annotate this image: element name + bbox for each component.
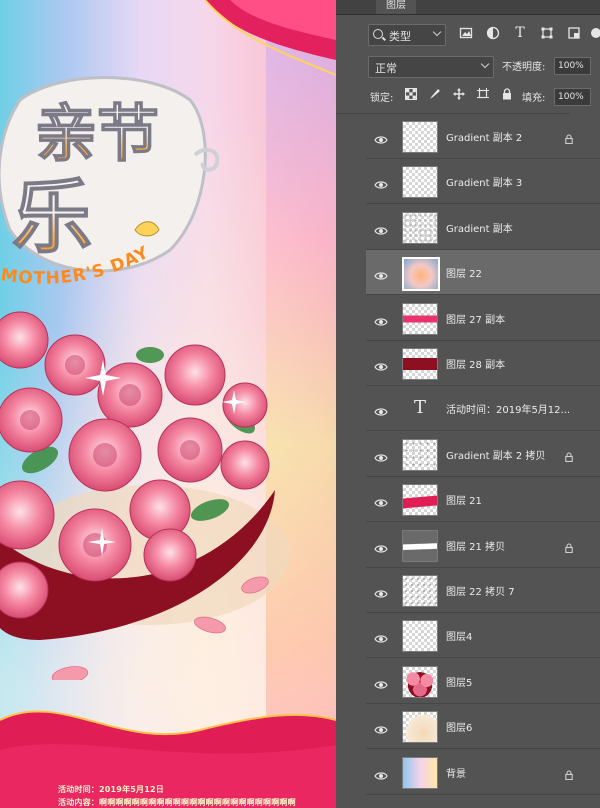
layer-row[interactable]: Gradient 副本 2 拷贝 bbox=[366, 431, 600, 477]
visibility-eye-icon[interactable] bbox=[374, 221, 388, 235]
search-icon bbox=[373, 29, 383, 39]
document-canvas[interactable]: 亲节 乐 MOTHER'S DAY 活动时间：2019年5月12日 活动内容：啊… bbox=[0, 0, 336, 808]
layer-row[interactable]: 图层 28 副本 bbox=[366, 341, 600, 386]
layer-lock-icon bbox=[564, 129, 574, 145]
lock-artboard-icon[interactable] bbox=[476, 88, 490, 102]
smart-object-filter-icon[interactable] bbox=[567, 26, 581, 40]
kind-filter-label: 类型 bbox=[389, 30, 411, 43]
layer-thumbnail[interactable] bbox=[402, 620, 438, 653]
rose-bouquet-illustration bbox=[0, 311, 290, 680]
layer-lock-icon bbox=[564, 447, 574, 462]
layer-thumbnail[interactable] bbox=[402, 257, 440, 292]
layer-thumbnail[interactable] bbox=[402, 121, 438, 153]
text-layer-icon: T bbox=[413, 397, 426, 419]
visibility-eye-icon[interactable] bbox=[374, 493, 388, 507]
layer-name[interactable]: 图层 27 副本 bbox=[446, 311, 505, 326]
visibility-eye-icon[interactable] bbox=[374, 629, 388, 643]
visibility-eye-icon[interactable] bbox=[374, 402, 388, 416]
layer-row[interactable]: 图层6 bbox=[366, 704, 600, 750]
visibility-eye-icon[interactable] bbox=[374, 766, 388, 780]
lock-transparent-pixels-icon[interactable] bbox=[404, 88, 418, 102]
layer-row[interactable]: 图层 22 bbox=[366, 250, 600, 296]
layer-name[interactable]: 图层 28 副本 bbox=[446, 356, 505, 371]
visibility-eye-icon[interactable] bbox=[374, 584, 388, 598]
layer-name[interactable]: Gradient 副本 bbox=[446, 220, 513, 235]
layer-name[interactable]: Gradient 副本 3 bbox=[446, 174, 522, 189]
layer-lock-icon bbox=[564, 765, 574, 780]
mothers-day-curved-text: MOTHER'S DAY bbox=[0, 243, 153, 289]
layer-thumbnail[interactable] bbox=[402, 438, 438, 471]
visibility-eye-icon[interactable] bbox=[374, 175, 388, 189]
layer-row[interactable]: 图层 27 副本 bbox=[366, 295, 600, 341]
layers-list: Gradient 副本 2 Gradient 副本 3 Gradient 副本 图层 … bbox=[366, 114, 600, 808]
layer-name[interactable]: Gradient 副本 2 bbox=[446, 129, 522, 144]
visibility-eye-icon[interactable] bbox=[374, 720, 388, 734]
lock-label: 锁定: bbox=[370, 93, 394, 104]
visibility-eye-icon[interactable] bbox=[374, 312, 388, 326]
layer-name[interactable]: 图层 21 bbox=[446, 492, 482, 507]
layer-thumbnail[interactable] bbox=[402, 756, 438, 789]
layer-name[interactable]: Gradient 副本 2 拷贝 bbox=[446, 447, 545, 462]
visibility-eye-icon[interactable] bbox=[374, 539, 388, 553]
layer-name[interactable]: 图层6 bbox=[446, 719, 472, 734]
tab-layers[interactable]: 图层 bbox=[376, 0, 416, 14]
adjustment-filter-icon[interactable] bbox=[486, 26, 500, 40]
layer-name[interactable]: 图层5 bbox=[446, 674, 472, 689]
layer-row[interactable]: Gradient 副本 3 bbox=[366, 159, 600, 205]
svg-text:MOTHER'S DAY: MOTHER'S DAY bbox=[0, 243, 153, 289]
opacity-label: 不透明度: bbox=[502, 62, 546, 73]
chevron-down-icon bbox=[480, 59, 490, 69]
event-time-text: 活动时间：2019年5月12日 bbox=[58, 785, 164, 794]
panel-tab-bar: 图层 bbox=[336, 0, 600, 15]
layer-row[interactable]: 图层 21 拷贝 bbox=[366, 522, 600, 568]
text-filter-icon[interactable]: T bbox=[513, 26, 527, 40]
visibility-eye-icon[interactable] bbox=[374, 675, 388, 689]
layer-name[interactable]: 图层 21 拷贝 bbox=[446, 538, 505, 553]
layer-row[interactable]: 图层 21 bbox=[366, 477, 600, 523]
fill-input[interactable]: 100% bbox=[554, 88, 591, 106]
layer-row[interactable]: 图层4 bbox=[366, 613, 600, 659]
image-filter-icon[interactable] bbox=[459, 26, 473, 40]
layer-thumbnail[interactable] bbox=[402, 529, 438, 562]
layer-name[interactable]: 活动时间：2019年5月12... bbox=[446, 401, 570, 416]
layer-name[interactable]: 背景 bbox=[446, 765, 466, 780]
filter-toggle-icon[interactable] bbox=[588, 26, 600, 40]
mothers-day-text: MOTHER'S DAY bbox=[0, 243, 152, 289]
layer-row[interactable]: 背景 bbox=[366, 749, 600, 795]
layer-row[interactable]: Gradient 副本 bbox=[366, 204, 600, 250]
layer-thumbnail[interactable] bbox=[402, 665, 438, 698]
layer-row[interactable]: T 活动时间：2019年5月12... bbox=[366, 386, 600, 432]
layer-row[interactable]: 图层5 bbox=[366, 658, 600, 704]
layer-name[interactable]: 图层 22 拷贝 7 bbox=[446, 583, 515, 598]
layer-thumbnail[interactable] bbox=[402, 302, 438, 335]
opacity-input[interactable]: 100% bbox=[554, 57, 591, 75]
layer-thumbnail[interactable] bbox=[402, 484, 438, 517]
layer-thumbnail[interactable] bbox=[402, 166, 438, 199]
shape-filter-icon[interactable] bbox=[540, 26, 554, 40]
blend-mode-select[interactable]: 正常 bbox=[368, 56, 494, 78]
title-big-text: 亲节 bbox=[35, 97, 159, 170]
layer-row[interactable]: 图层 22 拷贝 7 bbox=[366, 568, 600, 613]
bottom-pink-wave bbox=[0, 710, 336, 808]
lock-position-icon[interactable] bbox=[452, 88, 466, 102]
layer-row[interactable]: Gradient 副本 2 bbox=[366, 114, 600, 159]
layer-thumbnail[interactable] bbox=[402, 348, 438, 380]
event-content-text: 活动内容：啊啊啊啊啊啊啊啊啊啊啊啊啊啊啊啊啊啊啊啊啊啊啊啊 bbox=[58, 798, 296, 807]
lock-all-icon[interactable] bbox=[500, 88, 514, 102]
visibility-eye-icon[interactable] bbox=[374, 130, 388, 144]
layer-name[interactable]: 图层 22 bbox=[446, 265, 482, 280]
visibility-eye-icon[interactable] bbox=[374, 357, 388, 371]
layer-name[interactable]: 图层4 bbox=[446, 628, 472, 643]
layer-thumbnail[interactable] bbox=[402, 575, 438, 607]
visibility-eye-icon[interactable] bbox=[374, 266, 388, 280]
fill-label: 填充: bbox=[522, 93, 546, 104]
layer-thumbnail[interactable] bbox=[402, 711, 438, 744]
visibility-eye-icon[interactable] bbox=[374, 448, 388, 462]
layer-kind-filter-select[interactable]: 类型 bbox=[368, 24, 446, 46]
blend-mode-value: 正常 bbox=[375, 62, 397, 75]
layer-lock-icon bbox=[564, 538, 574, 553]
layer-thumbnail[interactable] bbox=[402, 211, 438, 244]
chevron-down-icon bbox=[432, 27, 442, 37]
lock-image-pixels-icon[interactable] bbox=[428, 88, 442, 102]
